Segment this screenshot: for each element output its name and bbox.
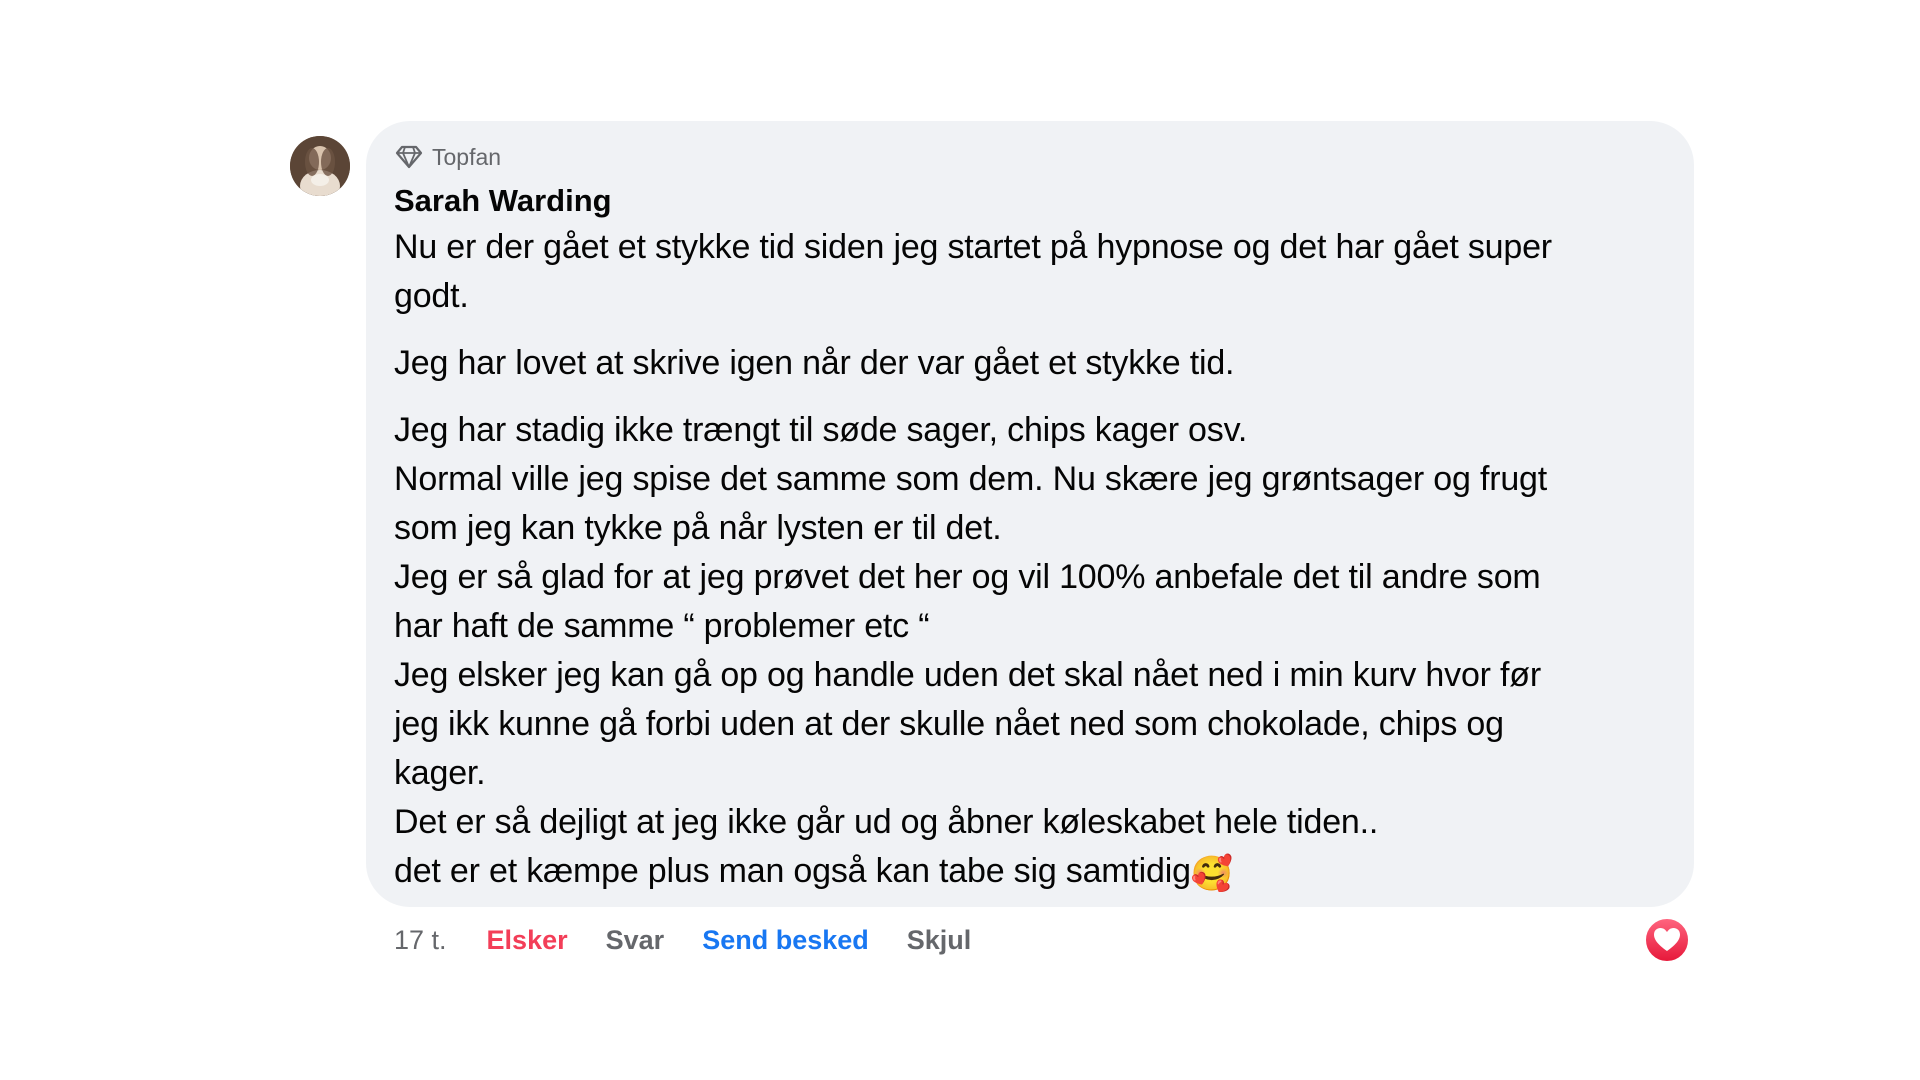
comment-line: Jeg er så glad for at jeg prøvet det her… [394, 558, 1541, 596]
comment-line: Normal ville jeg spise det samme som dem… [394, 460, 1547, 498]
comment-paragraph: Jeg har stadig ikke trængt til søde sage… [394, 406, 1664, 896]
comment-line: kager. [394, 754, 486, 792]
comment-line: Jeg har lovet at skrive igen når der var… [394, 344, 1235, 382]
reaction-summary[interactable] [1643, 916, 1691, 964]
diamond-icon [394, 142, 424, 172]
love-button[interactable]: Elsker [487, 925, 568, 956]
comment-line: godt. [394, 277, 469, 315]
comment-paragraph: Nu er der gået et stykke tid siden jeg s… [394, 223, 1664, 321]
top-fan-badge: Topfan [394, 139, 1664, 175]
comment-author[interactable]: Sarah Warding [394, 181, 1664, 221]
comment-line: Jeg elsker jeg kan gå op og handle uden … [394, 656, 1541, 694]
comment-last-line: det er et kæmpe plus man også kan tabe s… [394, 847, 1664, 896]
comment-line: Nu er der gået et stykke tid siden jeg s… [394, 228, 1552, 266]
avatar[interactable] [290, 136, 350, 196]
hide-button[interactable]: Skjul [907, 925, 972, 956]
comment-line: det er et kæmpe plus man også kan tabe s… [394, 852, 1191, 890]
comment-timestamp[interactable]: 17 t. [394, 925, 447, 956]
comment-screen: Topfan Sarah Warding Nu er der gået et s… [0, 0, 1920, 1080]
comment-line: Det er så dejligt at jeg ikke går ud og … [394, 803, 1379, 841]
user-avatar-photo [290, 136, 350, 196]
heart-reaction-icon [1644, 917, 1690, 963]
send-message-button[interactable]: Send besked [702, 925, 869, 956]
smiling-hearts-emoji-icon: 🥰 [1190, 855, 1233, 893]
comment-line: som jeg kan tykke på når lysten er til d… [394, 509, 1002, 547]
comment-paragraph: Jeg har lovet at skrive igen når der var… [394, 339, 1664, 388]
comment-body: Nu er der gået et stykke tid siden jeg s… [394, 223, 1664, 896]
comment-actions: 17 t. Elsker Svar Send besked Skjul [394, 918, 971, 962]
comment-line: har haft de samme “ problemer etc “ [394, 607, 930, 645]
badge-label: Topfan [432, 143, 502, 170]
comment-line: jeg ikk kunne gå forbi uden at der skull… [394, 705, 1504, 743]
comment-bubble: Topfan Sarah Warding Nu er der gået et s… [366, 121, 1694, 907]
reply-button[interactable]: Svar [606, 925, 665, 956]
comment-line: Jeg har stadig ikke trængt til søde sage… [394, 411, 1248, 449]
